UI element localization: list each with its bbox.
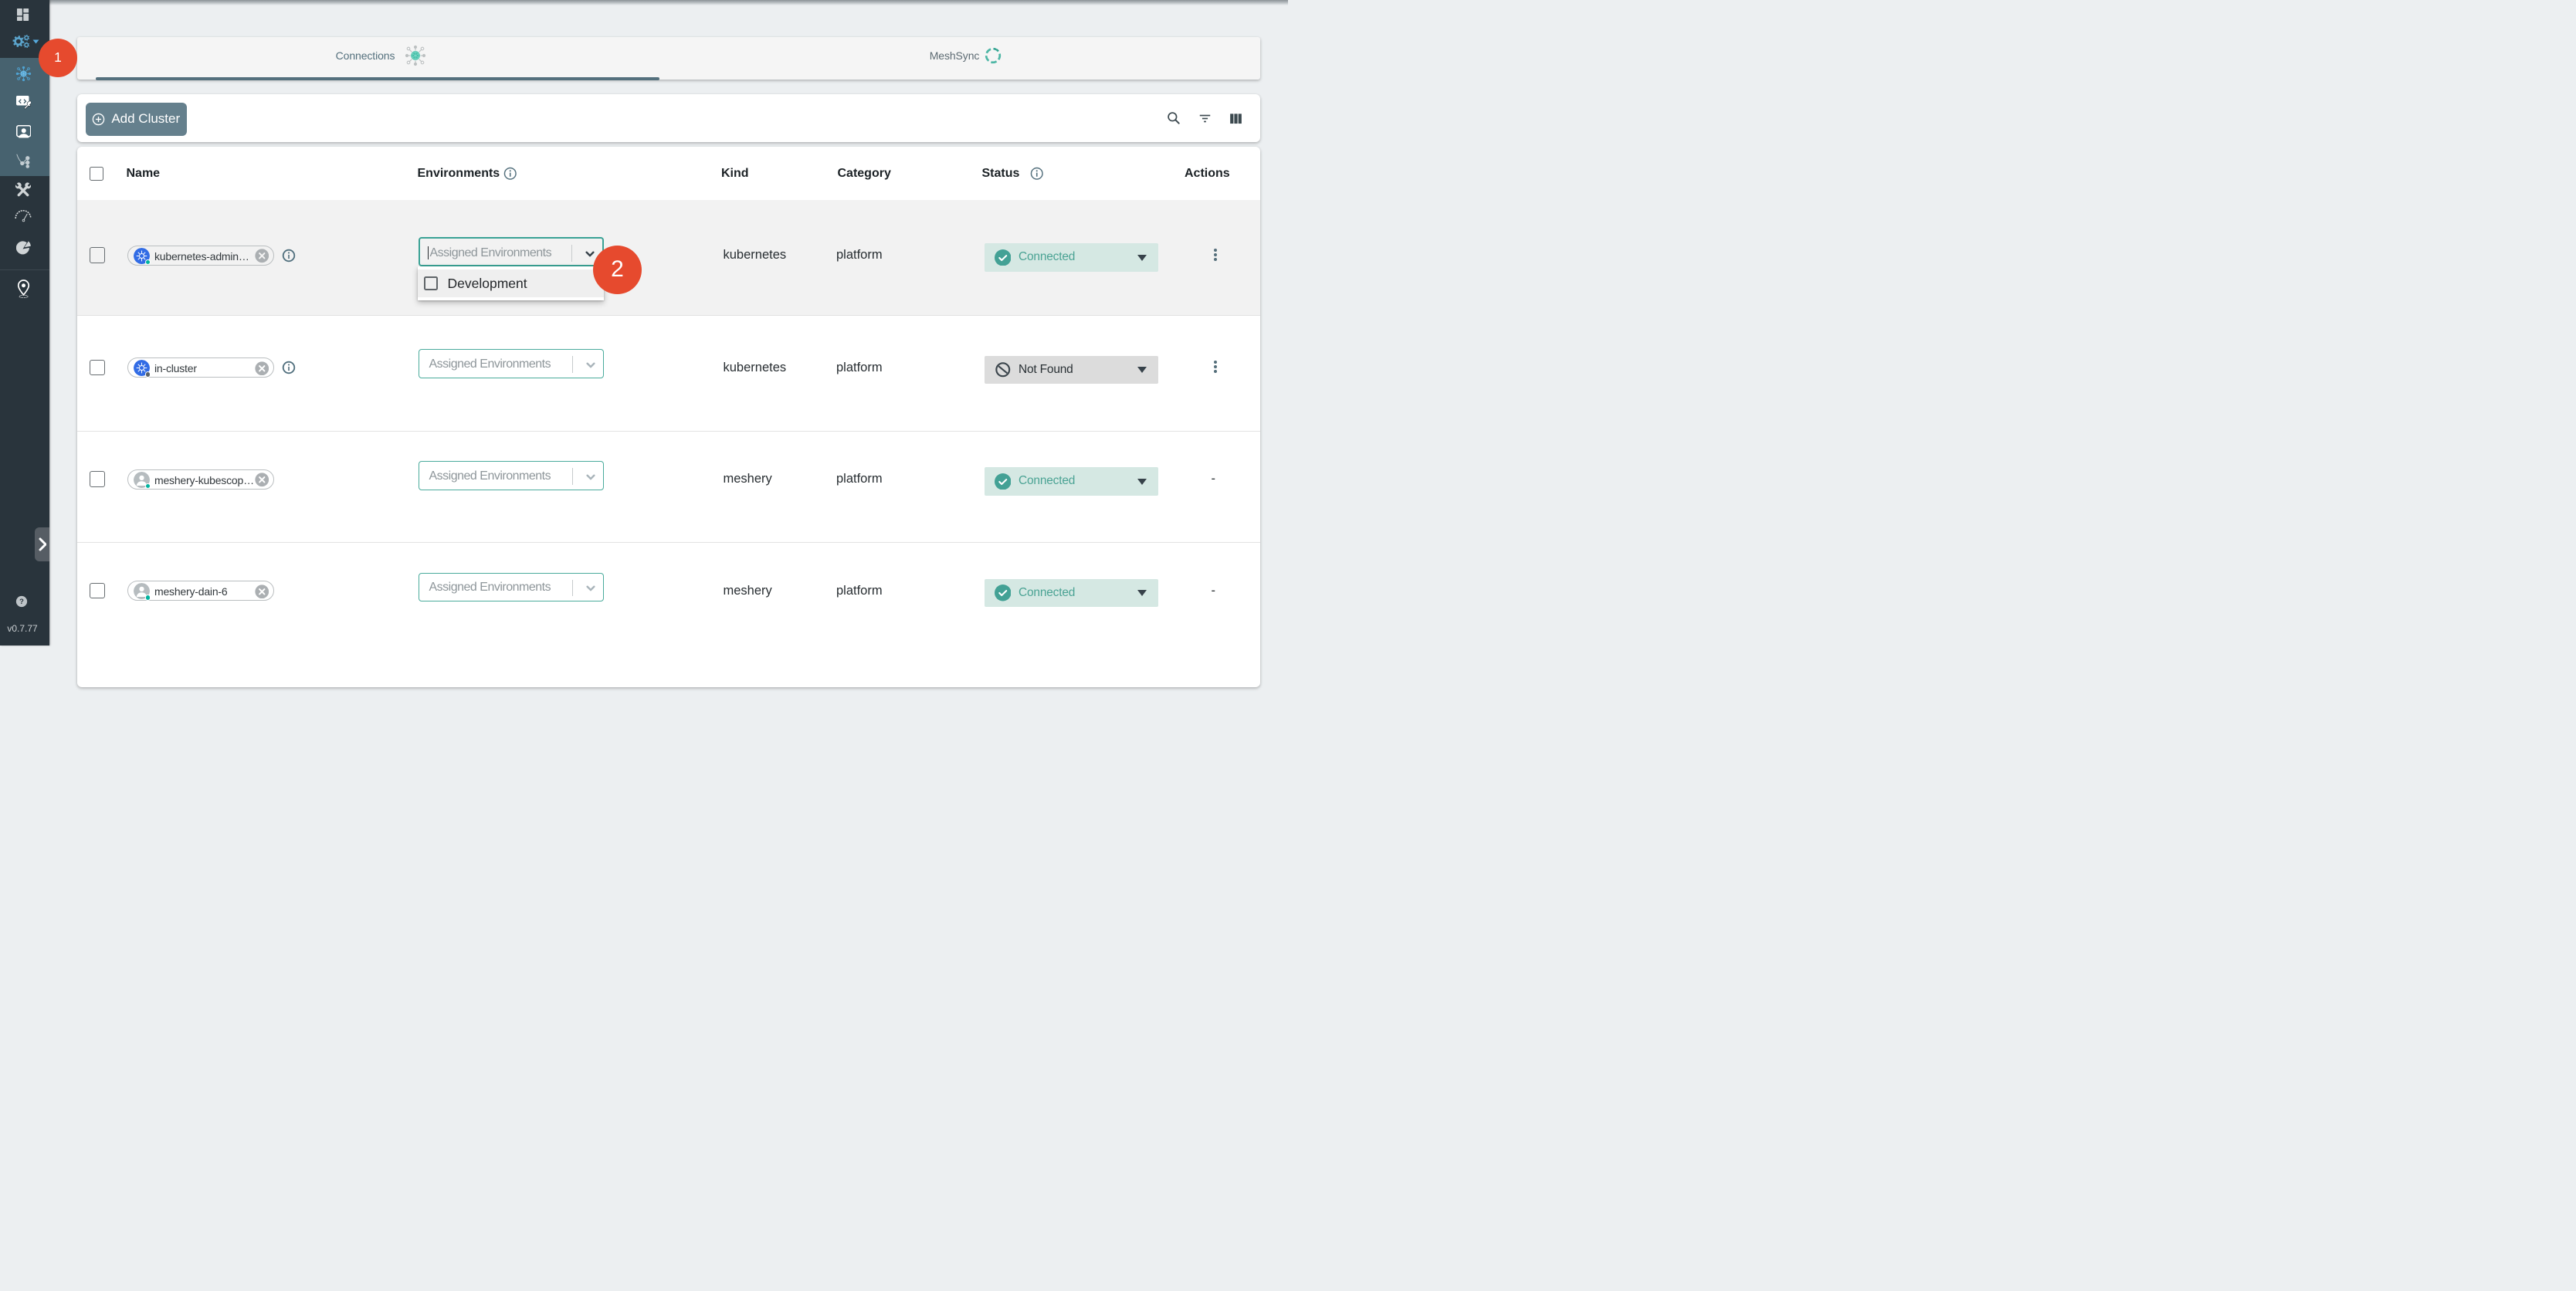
svg-text:?: ? <box>19 598 24 605</box>
